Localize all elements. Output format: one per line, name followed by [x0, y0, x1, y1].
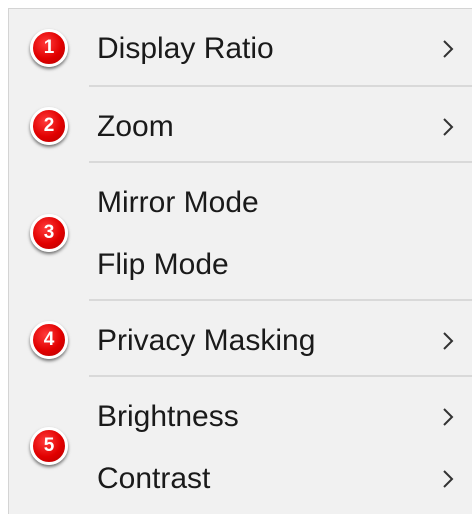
menu-item-zoom[interactable]: Zoom	[9, 99, 472, 155]
menu-separator	[89, 85, 472, 87]
menu-item-flip-mode[interactable]: Flip Mode	[9, 237, 472, 293]
chevron-right-icon	[443, 118, 454, 136]
menu-item-label: Zoom	[97, 110, 174, 143]
menu-separator	[89, 161, 472, 163]
callout-badge-3: 3	[30, 214, 68, 252]
menu-item-mirror-mode[interactable]: Mirror Mode	[9, 175, 472, 231]
menu-item-brightness[interactable]: Brightness	[9, 389, 472, 445]
menu-item-label: Privacy Masking	[97, 324, 316, 357]
chevron-right-icon	[443, 332, 454, 350]
callout-badge-2: 2	[30, 107, 68, 145]
menu-item-contrast[interactable]: Contrast	[9, 451, 472, 507]
chevron-right-icon	[443, 470, 454, 488]
menu-item-privacy-masking[interactable]: Privacy Masking	[9, 313, 472, 369]
menu-item-label: Brightness	[97, 400, 239, 433]
menu-item-label: Flip Mode	[97, 248, 229, 281]
chevron-right-icon	[443, 408, 454, 426]
menu-separator	[89, 375, 472, 377]
context-menu: Display Ratio Zoom Mirror Mode Flip Mode…	[8, 8, 472, 514]
chevron-right-icon	[443, 40, 454, 58]
callout-badge-1: 1	[30, 29, 68, 67]
menu-item-display-ratio[interactable]: Display Ratio	[9, 21, 472, 77]
menu-item-label: Display Ratio	[97, 32, 274, 65]
menu-item-label: Contrast	[97, 462, 211, 495]
callout-badge-5: 5	[30, 427, 68, 465]
callout-badge-4: 4	[30, 321, 68, 359]
menu-separator	[89, 299, 472, 301]
menu-item-label: Mirror Mode	[97, 186, 259, 219]
